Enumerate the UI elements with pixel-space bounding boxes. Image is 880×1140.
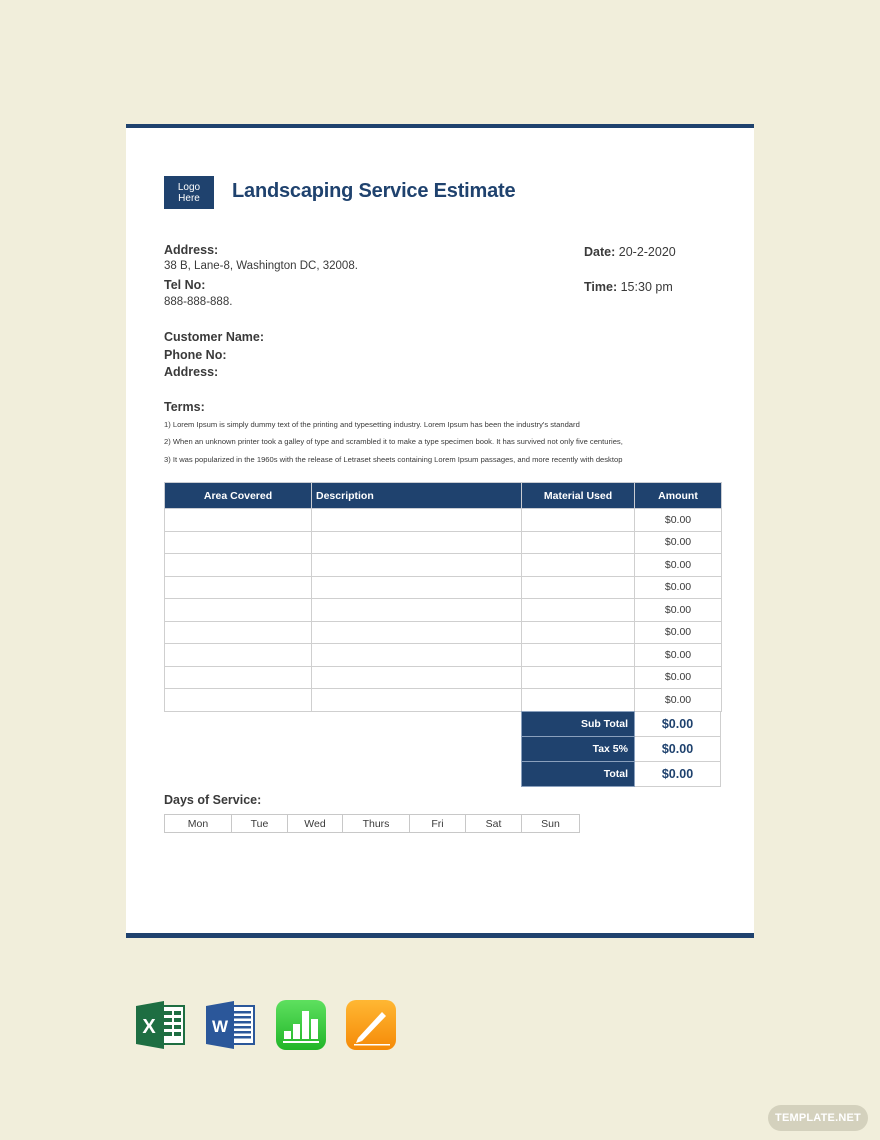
cell-area-covered[interactable] — [164, 688, 312, 712]
cell-material-used[interactable] — [521, 665, 635, 689]
table-row: $0.00 — [164, 643, 722, 667]
excel-icon[interactable]: X — [136, 1000, 186, 1050]
days-of-service-table: Mon Tue Wed Thurs Fri Sat Sun — [164, 814, 580, 833]
table-row: $0.00 — [164, 508, 722, 532]
word-icon[interactable]: W — [206, 1000, 256, 1050]
table-row: $0.00 — [164, 575, 722, 599]
header-material-used: Material Used — [521, 482, 635, 509]
days-row: Mon Tue Wed Thurs Fri Sat Sun — [164, 814, 580, 833]
cell-amount[interactable]: $0.00 — [634, 508, 722, 532]
cell-area-covered[interactable] — [164, 665, 312, 689]
cell-amount[interactable]: $0.00 — [634, 553, 722, 577]
days-of-service-heading: Days of Service: — [164, 793, 262, 807]
table-header-row: Area Covered Description Material Used A… — [164, 482, 722, 509]
table-row: $0.00 — [164, 553, 722, 577]
subtotal-row: Sub Total $0.00 — [521, 711, 721, 737]
totals-table: Sub Total $0.00 Tax 5% $0.00 Total $0.00 — [521, 711, 721, 787]
total-row: Total $0.00 — [521, 761, 721, 787]
table-row: $0.00 — [164, 688, 722, 712]
logo-placeholder: Logo Here — [164, 176, 214, 209]
customer-phone-label: Phone No: — [164, 348, 227, 362]
numbers-icon[interactable] — [276, 1000, 326, 1050]
day-tue: Tue — [231, 814, 288, 833]
day-wed: Wed — [287, 814, 343, 833]
cell-description[interactable] — [311, 643, 522, 667]
cell-area-covered[interactable] — [164, 598, 312, 622]
cell-description[interactable] — [311, 508, 522, 532]
term-item: 3) It was popularized in the 1960s with … — [164, 455, 623, 464]
day-thurs: Thurs — [342, 814, 410, 833]
tel-value: 888-888-888. — [164, 296, 233, 308]
cell-amount[interactable]: $0.00 — [634, 688, 722, 712]
total-value: $0.00 — [634, 761, 721, 787]
table-row: $0.00 — [164, 598, 722, 622]
cell-amount[interactable]: $0.00 — [634, 620, 722, 644]
date-field: Date: 20-2-2020 — [584, 245, 676, 259]
cell-amount[interactable]: $0.00 — [634, 530, 722, 554]
cell-description[interactable] — [311, 530, 522, 554]
svg-text:X: X — [142, 1016, 156, 1038]
date-value: 20-2-2020 — [618, 245, 676, 259]
cell-description[interactable] — [311, 620, 522, 644]
subtotal-value: $0.00 — [634, 711, 721, 737]
cell-area-covered[interactable] — [164, 575, 312, 599]
cell-material-used[interactable] — [521, 553, 635, 577]
table-row: $0.00 — [164, 530, 722, 554]
cell-area-covered[interactable] — [164, 508, 312, 532]
line-items-table: Area Covered Description Material Used A… — [164, 482, 722, 712]
term-item: 1) Lorem Ipsum is simply dummy text of t… — [164, 420, 580, 429]
cell-material-used[interactable] — [521, 508, 635, 532]
cell-description[interactable] — [311, 553, 522, 577]
cell-area-covered[interactable] — [164, 553, 312, 577]
table-row: $0.00 — [164, 620, 722, 644]
cell-material-used[interactable] — [521, 598, 635, 622]
time-field: Time: 15:30 pm — [584, 280, 673, 294]
tax-row: Tax 5% $0.00 — [521, 736, 721, 762]
cell-material-used[interactable] — [521, 688, 635, 712]
time-value: 15:30 pm — [620, 280, 673, 294]
estimate-document: Logo Here Landscaping Service Estimate Ad… — [126, 124, 754, 938]
cell-material-used[interactable] — [521, 620, 635, 644]
customer-name-label: Customer Name: — [164, 330, 265, 344]
cell-material-used[interactable] — [521, 643, 635, 667]
header-area-covered: Area Covered — [164, 482, 312, 509]
subtotal-label: Sub Total — [521, 711, 635, 737]
header-amount: Amount — [634, 482, 722, 509]
cell-material-used[interactable] — [521, 530, 635, 554]
day-sat: Sat — [465, 814, 522, 833]
day-fri: Fri — [409, 814, 466, 833]
company-address-value: 38 B, Lane-8, Washington DC, 32008. — [164, 260, 358, 272]
cell-area-covered[interactable] — [164, 530, 312, 554]
tax-value: $0.00 — [634, 736, 721, 762]
day-sun: Sun — [521, 814, 580, 833]
term-item: 2) When an unknown printer took a galley… — [164, 437, 623, 446]
tel-label: Tel No: — [164, 278, 206, 292]
cell-area-covered[interactable] — [164, 643, 312, 667]
cell-description[interactable] — [311, 688, 522, 712]
cell-description[interactable] — [311, 598, 522, 622]
day-mon: Mon — [164, 814, 232, 833]
cell-amount[interactable]: $0.00 — [634, 575, 722, 599]
cell-amount[interactable]: $0.00 — [634, 665, 722, 689]
cell-amount[interactable]: $0.00 — [634, 598, 722, 622]
cell-description[interactable] — [311, 665, 522, 689]
document-title: Landscaping Service Estimate — [232, 180, 516, 202]
table-row: $0.00 — [164, 665, 722, 689]
customer-address-label: Address: — [164, 365, 219, 379]
cell-description[interactable] — [311, 575, 522, 599]
cell-amount[interactable]: $0.00 — [634, 643, 722, 667]
cell-material-used[interactable] — [521, 575, 635, 599]
tax-label: Tax 5% — [521, 736, 635, 762]
svg-text:W: W — [212, 1017, 229, 1036]
terms-heading: Terms: — [164, 400, 205, 414]
template-net-watermark: TEMPLATE.NET — [768, 1105, 868, 1131]
total-label: Total — [521, 761, 635, 787]
pages-icon[interactable] — [346, 1000, 396, 1050]
company-address-label: Address: — [164, 243, 219, 257]
cell-area-covered[interactable] — [164, 620, 312, 644]
header-description: Description — [311, 482, 522, 509]
